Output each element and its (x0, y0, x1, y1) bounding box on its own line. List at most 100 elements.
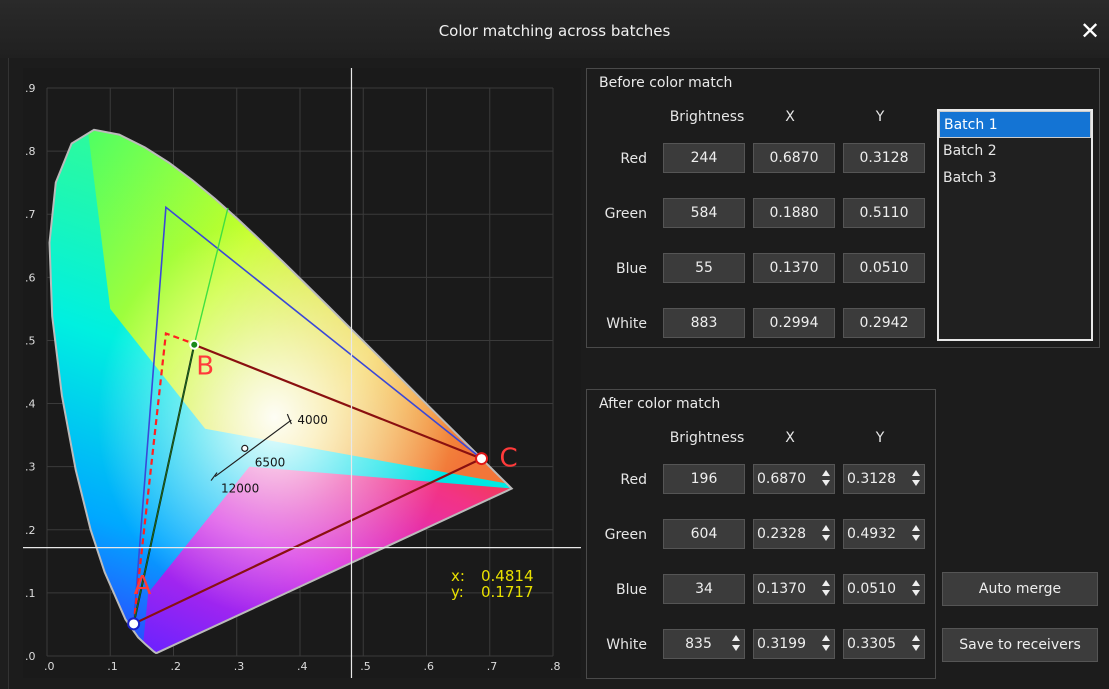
after-header-y: Y (875, 430, 885, 446)
after-label-red: Red (620, 472, 647, 488)
before-label-red: Red (620, 151, 647, 167)
after-header-brightness: Brightness (669, 430, 745, 446)
window-title: Color matching across batches (438, 22, 671, 40)
after-green-x[interactable]: 0.2328 (757, 526, 806, 542)
batch-item-1[interactable]: Batch 1 (939, 111, 1091, 138)
point-b-marker (189, 339, 200, 350)
after-white-x-spinbox[interactable]: 0.3199 (753, 629, 835, 659)
after-green-y[interactable]: 0.4932 (847, 526, 896, 542)
after-group-title: After color match (599, 396, 721, 412)
save-to-receivers-button[interactable]: Save to receivers (942, 628, 1098, 662)
after-blue-x[interactable]: 0.1370 (757, 581, 806, 597)
point-a-label: A (134, 571, 152, 601)
spin-arrows-icon[interactable] (820, 579, 832, 599)
after-label-blue: Blue (616, 582, 647, 598)
after-blue-brightness[interactable]: 34 (663, 574, 745, 604)
before-red-brightness: 244 (663, 143, 745, 173)
spin-arrows-icon[interactable] (910, 524, 922, 544)
after-green-x-spinbox[interactable]: 0.2328 (753, 519, 835, 549)
dialog-body: 4000 6500 12000 A B C .0 .1 .2 .3 .4 .5 .6 .7 .8 .0 .1.… (8, 58, 1109, 689)
after-green-brightness[interactable]: 604 (663, 519, 745, 549)
after-label-green: Green (604, 527, 647, 543)
after-label-white: White (606, 637, 647, 653)
after-red-y-spinbox[interactable]: 0.3128 (843, 464, 925, 494)
x-tick-label: .0 (44, 660, 55, 673)
batch-list[interactable]: Batch 1 Batch 2 Batch 3 (937, 109, 1093, 341)
before-green-y: 0.5110 (843, 198, 925, 228)
x-tick-label: .6 (424, 660, 435, 673)
after-blue-x-spinbox[interactable]: 0.1370 (753, 574, 835, 604)
before-label-white: White (606, 316, 647, 332)
title-bar: Color matching across batches ✕ (0, 0, 1109, 58)
before-header-x: X (785, 109, 795, 125)
before-blue-brightness: 55 (663, 253, 745, 283)
after-white-brightness[interactable]: 835 (685, 636, 712, 652)
before-red-y: 0.3128 (843, 143, 925, 173)
batch-item-3[interactable]: Batch 3 (939, 165, 1091, 192)
before-label-blue: Blue (616, 261, 647, 277)
before-white-x: 0.2994 (753, 308, 835, 338)
y-tick-label: .9 (25, 82, 36, 95)
before-white-y: 0.2942 (843, 308, 925, 338)
point-c-label: C (500, 444, 518, 474)
after-red-brightness[interactable]: 196 (663, 464, 745, 494)
cie-chromaticity-chart[interactable]: 4000 6500 12000 A B C .0 .1 .2 .3 .4 .5 .6 .7 .8 .0 .1.… (23, 68, 581, 678)
after-blue-y[interactable]: 0.0510 (847, 581, 896, 597)
batch-item-2[interactable]: Batch 2 (939, 138, 1091, 165)
readout-y-value: 0.1717 (481, 583, 534, 601)
y-tick-label: .6 (25, 271, 36, 284)
x-tick-label: .7 (487, 660, 498, 673)
point-b-label: B (196, 352, 214, 382)
after-red-y[interactable]: 0.3128 (847, 471, 896, 487)
after-white-x[interactable]: 0.3199 (757, 636, 806, 652)
before-red-x: 0.6870 (753, 143, 835, 173)
spin-arrows-icon[interactable] (910, 634, 922, 654)
after-white-brightness-spinbox[interactable]: 835 (663, 629, 745, 659)
after-red-x-spinbox[interactable]: 0.6870 (753, 464, 835, 494)
after-blue-y-spinbox[interactable]: 0.0510 (843, 574, 925, 604)
before-blue-y: 0.0510 (843, 253, 925, 283)
y-tick-label: .5 (25, 334, 36, 347)
y-tick-label: .1 (25, 587, 36, 600)
readout-x-label: x: (451, 567, 465, 585)
x-tick-label: .2 (171, 660, 182, 673)
auto-merge-button[interactable]: Auto merge (942, 572, 1098, 606)
after-color-match-group: After color match Brightness X Y Red 196… (586, 389, 936, 679)
cct-label: 12000 (221, 482, 259, 496)
spin-arrows-icon[interactable] (820, 469, 832, 489)
x-tick-label: .4 (297, 660, 308, 673)
y-tick-label: .3 (25, 461, 36, 474)
y-tick-label: .7 (25, 208, 36, 221)
d65-white-point (241, 444, 249, 452)
after-green-y-spinbox[interactable]: 0.4932 (843, 519, 925, 549)
before-header-y: Y (875, 109, 885, 125)
after-white-y[interactable]: 0.3305 (847, 636, 896, 652)
x-tick-label: .8 (550, 660, 561, 673)
x-tick-label: .3 (234, 660, 245, 673)
y-tick-label: .8 (25, 145, 36, 158)
y-tick-label: .0 (25, 650, 36, 663)
coordinate-readout: x: 0.4814 y: 0.1717 (451, 568, 551, 600)
cct-label: 4000 (297, 413, 328, 427)
spin-arrows-icon[interactable] (820, 634, 832, 654)
x-tick-label: .1 (107, 660, 118, 673)
spin-arrows-icon[interactable] (910, 469, 922, 489)
after-red-x[interactable]: 0.6870 (757, 471, 806, 487)
spin-arrows-icon[interactable] (730, 634, 742, 654)
before-blue-x: 0.1370 (753, 253, 835, 283)
readout-y-label: y: (451, 583, 464, 601)
close-icon[interactable]: ✕ (1077, 18, 1103, 44)
before-header-brightness: Brightness (669, 109, 745, 125)
y-tick-label: .2 (25, 524, 36, 537)
before-color-match-group: Before color match Brightness X Y Red 24… (586, 68, 1100, 348)
before-group-title: Before color match (599, 75, 733, 91)
spin-arrows-icon[interactable] (820, 524, 832, 544)
after-header-x: X (785, 430, 795, 446)
before-label-green: Green (604, 206, 647, 222)
after-white-y-spinbox[interactable]: 0.3305 (843, 629, 925, 659)
cct-label: 6500 (255, 455, 286, 469)
before-green-x: 0.1880 (753, 198, 835, 228)
spin-arrows-icon[interactable] (910, 579, 922, 599)
before-white-brightness: 883 (663, 308, 745, 338)
point-a-marker (127, 617, 141, 631)
